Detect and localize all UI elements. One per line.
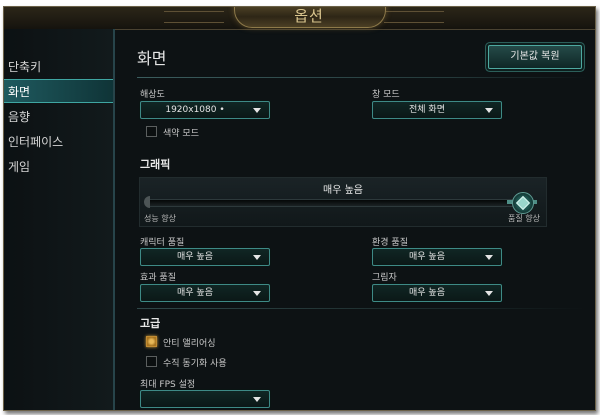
title-ornament-left	[164, 11, 224, 23]
window-mode-label: 창 모드	[372, 90, 400, 100]
graphics-quality-value: 매우 높음	[323, 185, 363, 196]
effects-quality-value: 매우 높음	[177, 288, 213, 298]
sidebar-item-interface[interactable]: 인터페이스	[4, 130, 113, 154]
chevron-down-icon	[253, 108, 261, 113]
sidebar-item-video[interactable]: 화면	[4, 79, 113, 103]
resolution-dropdown[interactable]: 1920x1080 •	[140, 101, 270, 119]
sidebar-item-sound[interactable]: 음향	[4, 105, 113, 129]
header-divider	[137, 77, 587, 78]
environment-quality-value: 매우 높음	[409, 252, 445, 262]
sidebar-item-game[interactable]: 게임	[4, 155, 113, 179]
restore-defaults-button[interactable]: 기본값 복원	[488, 45, 582, 69]
options-window: 옵션 단축키 화면 음향 인터페이스 게임 화면 기본값 복원 해상도 1920…	[3, 6, 596, 411]
slider-min-label: 성능 향상	[144, 214, 176, 223]
character-quality-value: 매우 높음	[177, 252, 213, 262]
environment-quality-label: 환경 품질	[372, 238, 408, 248]
max-fps-dropdown[interactable]	[140, 390, 270, 408]
colorblind-checkbox[interactable]	[146, 126, 157, 137]
chevron-down-icon	[253, 255, 261, 260]
effects-quality-label: 효과 품질	[140, 273, 176, 283]
colorblind-label: 색약 모드	[163, 129, 199, 139]
title-ornament-right	[384, 11, 444, 23]
shadows-dropdown[interactable]: 매우 높음	[372, 284, 502, 302]
slider-track[interactable]	[146, 199, 526, 207]
slider-end-cap	[144, 196, 150, 208]
slider-handle[interactable]	[507, 192, 537, 214]
advanced-section-title: 고급	[140, 317, 161, 330]
main-panel: 화면 기본값 복원 해상도 1920x1080 • 창 모드 전체 화면 색약 …	[115, 29, 595, 410]
graphics-section-title: 그래픽	[140, 158, 171, 171]
shadows-label: 그림자	[372, 273, 397, 283]
window-mode-dropdown[interactable]: 전체 화면	[372, 101, 502, 119]
chevron-down-icon	[485, 291, 493, 296]
vsync-label: 수직 동기화 사용	[163, 359, 227, 369]
sidebar: 단축키 화면 음향 인터페이스 게임	[4, 29, 115, 410]
section-divider	[137, 308, 587, 309]
environment-quality-dropdown[interactable]: 매우 높음	[372, 248, 502, 266]
window-mode-value: 전체 화면	[409, 105, 445, 115]
chevron-down-icon	[485, 255, 493, 260]
character-quality-dropdown[interactable]: 매우 높음	[140, 248, 270, 266]
effects-quality-dropdown[interactable]: 매우 높음	[140, 284, 270, 302]
slider-max-label: 품질 향상	[508, 214, 540, 223]
character-quality-label: 캐릭터 품질	[140, 238, 185, 248]
chevron-down-icon	[253, 397, 261, 402]
page-title: 화면	[137, 49, 167, 68]
max-fps-label: 최대 FPS 설정	[140, 380, 196, 390]
antialiasing-checkbox[interactable]	[146, 336, 157, 347]
chevron-down-icon	[485, 108, 493, 113]
window-title: 옵션	[294, 7, 324, 25]
sidebar-item-hotkeys[interactable]: 단축키	[4, 55, 113, 79]
title-bar: 옵션	[4, 7, 595, 30]
graphics-quality-slider[interactable]: 매우 높음 성능 향상 품질 향상	[139, 177, 547, 227]
resolution-label: 해상도	[140, 90, 165, 100]
antialiasing-label: 안티 앨리어싱	[163, 339, 216, 349]
resolution-value: 1920x1080 •	[165, 105, 225, 115]
shadows-value: 매우 높음	[409, 288, 445, 298]
chevron-down-icon	[253, 291, 261, 296]
vsync-checkbox[interactable]	[146, 356, 157, 367]
